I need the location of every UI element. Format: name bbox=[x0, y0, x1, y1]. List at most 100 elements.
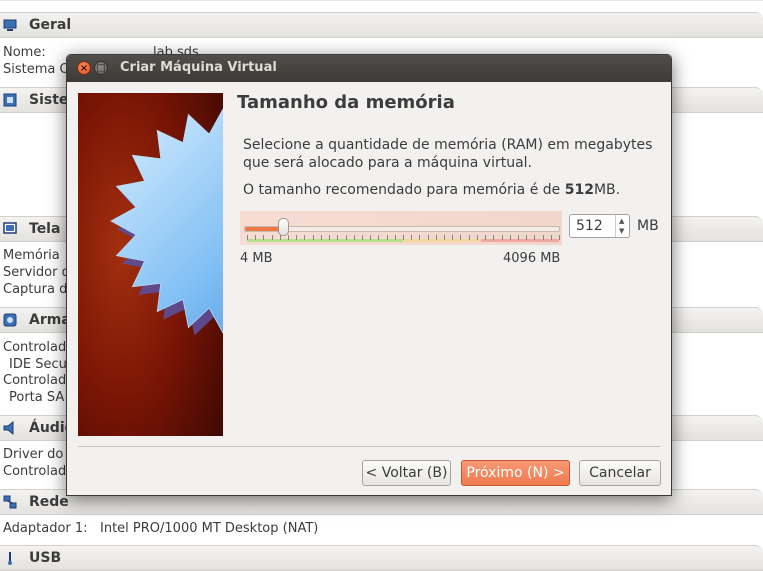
slider-ticks bbox=[247, 235, 560, 243]
dialog-title: Criar Máquina Virtual bbox=[120, 60, 277, 75]
next-button[interactable]: Próximo (N) > bbox=[461, 460, 570, 486]
detail-label: Adaptador 1: bbox=[3, 521, 88, 536]
spin-down-icon[interactable]: ▼ bbox=[619, 227, 624, 235]
slider-tick bbox=[337, 235, 339, 240]
slider-track[interactable] bbox=[244, 226, 560, 232]
close-icon: × bbox=[79, 63, 89, 74]
create-vm-dialog: × □ Criar Máquina Virtual Tamanho da mem… bbox=[66, 54, 672, 496]
section-usb-header[interactable]: USB bbox=[0, 545, 763, 571]
slider-tick bbox=[255, 235, 257, 240]
memory-spinbox[interactable]: 512 ▲ ▼ bbox=[569, 214, 630, 238]
detail-label: Porta SA bbox=[9, 390, 65, 405]
slider-tick bbox=[361, 235, 363, 240]
detail-label: IDE Secu bbox=[9, 357, 67, 372]
slider-tick bbox=[353, 235, 355, 240]
slider-tick bbox=[386, 235, 388, 240]
detail-row: Captura d bbox=[3, 282, 67, 297]
memory-unit-label: MB bbox=[637, 218, 659, 234]
slider-zone-safe bbox=[247, 239, 403, 242]
divider bbox=[0, 0, 763, 1]
recommended-suffix: MB. bbox=[593, 182, 621, 198]
memory-input[interactable]: 512 bbox=[576, 218, 603, 234]
slider-tick bbox=[279, 235, 281, 240]
storage-icon bbox=[3, 313, 17, 327]
detail-label: Servidor d bbox=[3, 265, 70, 280]
section-title: Rede bbox=[29, 494, 69, 510]
detail-row: Adaptador 1: Intel PRO/1000 MT Desktop (N… bbox=[3, 521, 318, 536]
slider-tick bbox=[312, 235, 314, 240]
slider-tick bbox=[493, 235, 495, 240]
detail-row: IDE Secu bbox=[3, 357, 67, 372]
detail-row: Sistema O bbox=[3, 62, 70, 77]
slider-tick bbox=[509, 235, 511, 240]
slider-tick bbox=[288, 235, 290, 240]
detail-row: Controlado bbox=[3, 373, 74, 388]
slider-tick bbox=[476, 235, 478, 240]
slider-tick bbox=[271, 235, 273, 240]
slider-tick bbox=[329, 235, 331, 240]
spin-arrows[interactable]: ▲ ▼ bbox=[615, 215, 629, 237]
slider-tick bbox=[526, 235, 528, 240]
memory-slider[interactable] bbox=[240, 211, 562, 245]
slider-tick bbox=[435, 235, 437, 240]
wizard-star-image bbox=[78, 93, 223, 436]
close-button[interactable]: × bbox=[77, 61, 91, 75]
slider-tick bbox=[263, 235, 265, 240]
detail-value: Intel PRO/1000 MT Desktop (NAT) bbox=[100, 521, 319, 536]
slider-tick bbox=[460, 235, 462, 240]
slider-max-label: 4096 MB bbox=[503, 251, 561, 266]
back-button[interactable]: < Voltar (B) bbox=[362, 460, 451, 486]
spin-up-icon[interactable]: ▲ bbox=[619, 217, 624, 225]
detail-row: Nome: lab sds bbox=[3, 45, 199, 60]
page-heading: Tamanho da memória bbox=[237, 92, 455, 113]
slider-tick bbox=[468, 235, 470, 240]
recommended-prefix: O tamanho recomendado para memória é de bbox=[243, 182, 565, 198]
detail-row: Controlado bbox=[3, 464, 74, 479]
slider-tick bbox=[444, 235, 446, 240]
detail-label: Memória bbox=[3, 248, 60, 263]
slider-tick bbox=[378, 235, 380, 240]
slider-tick bbox=[304, 235, 306, 240]
slider-tick bbox=[427, 235, 429, 240]
recommended-text: O tamanho recomendado para memória é de … bbox=[243, 182, 620, 198]
detail-label: Controlado bbox=[3, 464, 75, 479]
slider-tick bbox=[320, 235, 322, 240]
section-title: USB bbox=[29, 550, 62, 566]
detail-label: Captura d bbox=[3, 282, 68, 297]
detail-row: Controlado bbox=[3, 340, 74, 355]
slider-tick bbox=[345, 235, 347, 240]
recommended-value: 512 bbox=[564, 182, 594, 198]
slider-tick bbox=[370, 235, 372, 240]
slider-tick bbox=[411, 235, 413, 240]
chip-icon bbox=[3, 93, 17, 107]
detail-label: Nome: bbox=[3, 45, 46, 60]
minimize-icon: □ bbox=[96, 63, 106, 74]
minimize-button[interactable]: □ bbox=[94, 61, 108, 75]
slider-tick bbox=[403, 235, 404, 240]
display-icon bbox=[3, 222, 17, 234]
speaker-icon bbox=[3, 421, 14, 435]
detail-label: Controlado bbox=[3, 340, 75, 355]
dialog-titlebar[interactable]: × □ Criar Máquina Virtual bbox=[67, 55, 671, 82]
slider-tick bbox=[394, 235, 396, 240]
section-title: Tela bbox=[29, 221, 61, 237]
network-icon bbox=[3, 495, 17, 509]
description-text: Selecione a quantidade de memória (RAM) … bbox=[243, 137, 653, 171]
detail-label: Sistema O bbox=[3, 62, 70, 77]
section-title: Geral bbox=[29, 17, 72, 33]
detail-row: Servidor d bbox=[3, 265, 70, 280]
slider-tick bbox=[501, 235, 503, 240]
section-title: Arma bbox=[29, 312, 71, 328]
cancel-button[interactable]: Cancelar bbox=[579, 460, 661, 486]
slider-tick bbox=[542, 235, 544, 240]
button-separator bbox=[78, 446, 660, 447]
slider-tick bbox=[517, 235, 519, 240]
section-geral-header[interactable]: Geral bbox=[0, 12, 763, 38]
detail-row: Memória bbox=[3, 248, 60, 263]
slider-tick bbox=[247, 235, 248, 240]
slider-handle[interactable] bbox=[277, 218, 289, 236]
slider-tick bbox=[559, 235, 560, 240]
detail-label: Driver do bbox=[3, 447, 64, 462]
slider-tick bbox=[452, 235, 454, 240]
slider-tick bbox=[534, 235, 536, 240]
